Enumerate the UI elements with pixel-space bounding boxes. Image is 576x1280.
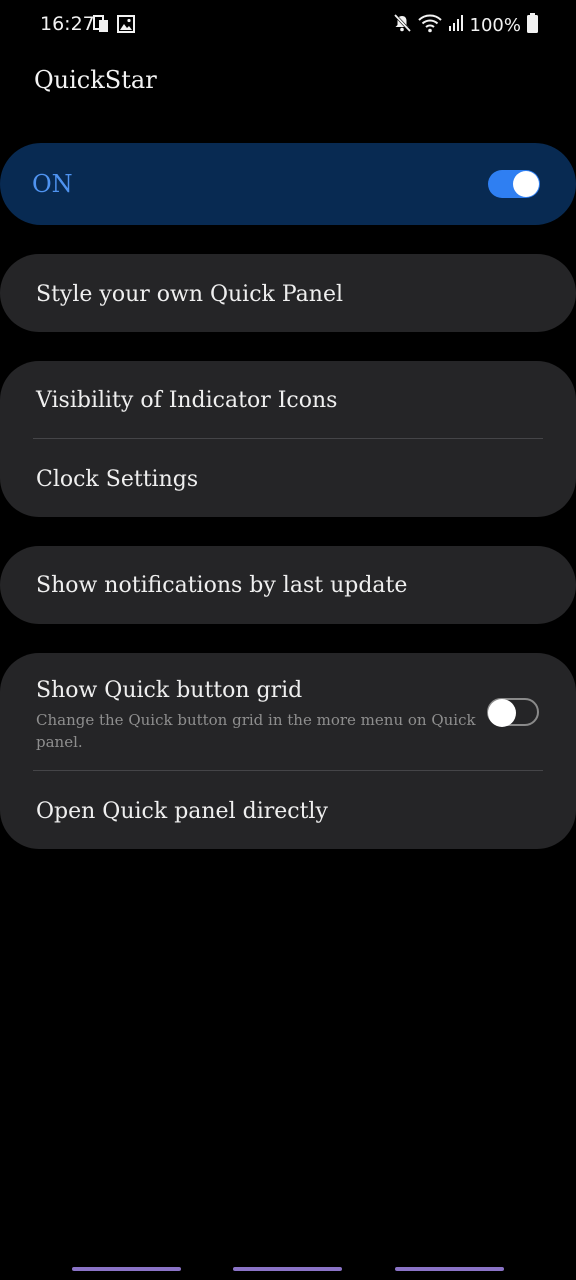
quick-button-grid-subtitle: Change the Quick button grid in the more… bbox=[36, 711, 476, 751]
quick-button-grid-title[interactable]: Show Quick button grid bbox=[36, 678, 302, 703]
master-switch-row[interactable]: ON bbox=[0, 143, 576, 225]
battery-percent: 100% bbox=[469, 14, 521, 36]
divider bbox=[33, 770, 543, 771]
battery-icon bbox=[527, 13, 538, 37]
status-bar: 16:27 100% bbox=[0, 0, 576, 52]
clock-settings-item[interactable]: Clock Settings bbox=[36, 467, 198, 492]
screen-mirror-icon bbox=[93, 15, 109, 37]
status-left-icons bbox=[93, 15, 135, 37]
toggle-knob bbox=[488, 699, 516, 727]
page-title: QuickStar bbox=[34, 66, 157, 94]
indicator-clock-card: Visibility of Indicator Icons Clock Sett… bbox=[0, 361, 576, 517]
mute-icon bbox=[392, 13, 412, 37]
status-time: 16:27 bbox=[40, 13, 95, 35]
status-right-icons: 100% bbox=[392, 13, 538, 37]
recents-nav-button[interactable] bbox=[72, 1267, 181, 1271]
style-panel-card[interactable]: Style your own Quick Panel bbox=[0, 254, 576, 332]
signal-icon bbox=[448, 14, 464, 36]
navigation-bar bbox=[0, 1255, 576, 1280]
visibility-indicator-icons-item[interactable]: Visibility of Indicator Icons bbox=[36, 388, 337, 413]
wifi-icon bbox=[417, 13, 442, 37]
master-toggle[interactable] bbox=[488, 170, 540, 198]
style-panel-item[interactable]: Style your own Quick Panel bbox=[36, 282, 343, 307]
divider bbox=[33, 438, 543, 439]
toggle-knob bbox=[513, 171, 539, 197]
show-notifications-item[interactable]: Show notifications by last update bbox=[36, 573, 407, 598]
quick-panel-card: Show Quick button grid Change the Quick … bbox=[0, 653, 576, 849]
master-switch-label: ON bbox=[32, 170, 73, 198]
back-nav-button[interactable] bbox=[395, 1267, 504, 1271]
open-quick-panel-item[interactable]: Open Quick panel directly bbox=[36, 799, 328, 824]
notifications-card[interactable]: Show notifications by last update bbox=[0, 546, 576, 624]
home-nav-button[interactable] bbox=[233, 1267, 342, 1271]
image-icon bbox=[117, 15, 135, 37]
quick-button-grid-toggle[interactable] bbox=[487, 698, 539, 727]
